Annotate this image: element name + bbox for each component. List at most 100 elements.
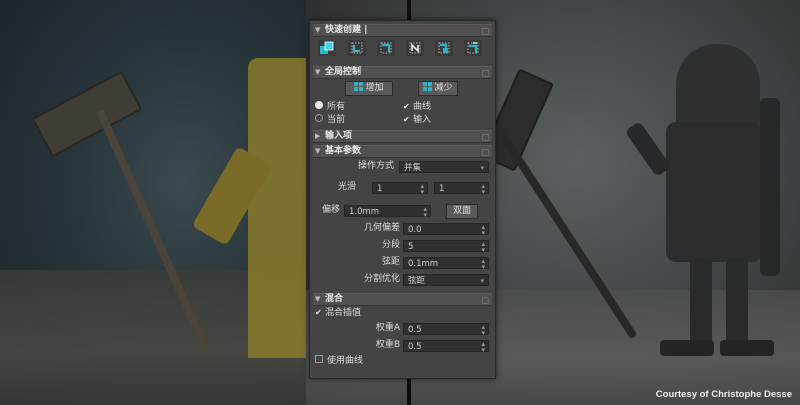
button-label: 增加: [365, 83, 384, 93]
blend-modifier-panel: ▼ 快速创建 | ▼ 全局控制 增加 减少 所有 当前 ✔ 曲线 ✔ 输入 ▶ …: [309, 20, 496, 379]
section-title: 输入项: [325, 131, 353, 141]
section-title: 全局控制: [325, 67, 362, 77]
blend-tool-icon-4[interactable]: [406, 40, 424, 56]
robot-right-leg: [690, 258, 712, 350]
checkbox-label: 输入: [413, 115, 432, 125]
blend-tool-icon-6[interactable]: [464, 40, 482, 56]
field-value: 1: [439, 184, 445, 194]
section-header-input-items[interactable]: ▶ 输入项: [313, 130, 492, 143]
select-value: 并集: [404, 163, 422, 173]
radio-all[interactable]: 所有: [315, 101, 345, 113]
rollout-grip-icon: [482, 28, 489, 35]
photo-credit: Courtesy of Christophe Desse: [655, 389, 792, 400]
rollout-grip-icon: [482, 134, 489, 141]
spinner-arrows-icon: ▴ ▾: [481, 240, 485, 254]
checkbox-label: 混合插值: [325, 308, 362, 318]
smooth-spinner-2[interactable]: 1 ▴ ▾: [434, 182, 489, 196]
spinner-arrows-icon: ▴ ▾: [481, 182, 485, 196]
checkmark-icon: ✔: [403, 115, 410, 124]
split-opt-select[interactable]: 弦距 ▾: [403, 274, 489, 286]
checkmark-icon: ✔: [315, 308, 322, 317]
grid-icon: [423, 82, 433, 91]
robot-left-body: [248, 58, 306, 358]
radio-current[interactable]: 当前: [315, 114, 345, 126]
split-opt-label: 分割优化: [363, 274, 400, 284]
spinner-arrows-icon: ▴ ▾: [481, 340, 485, 354]
grid-icon: [354, 82, 364, 91]
checkbox-use-curve[interactable]: 使用曲线: [315, 355, 363, 367]
section-title: 混合: [325, 294, 344, 304]
chord-spinner[interactable]: 0.1mm ▴ ▾: [403, 257, 489, 271]
weight-a-label: 权重A: [375, 323, 400, 333]
field-value: 0.5: [408, 342, 422, 352]
field-value: 0.1mm: [408, 259, 439, 269]
radio-label: 所有: [327, 102, 346, 112]
spinner-arrows-icon: ▴ ▾: [481, 323, 485, 337]
spinner-arrows-icon: ▴ ▾: [423, 205, 427, 219]
chord-label: 弦距: [381, 257, 400, 267]
weight-b-spinner[interactable]: 0.5 ▴ ▾: [403, 340, 489, 354]
dropdown-arrow-icon: ▾: [480, 277, 484, 285]
checkbox-blend-interp[interactable]: ✔ 混合插值: [315, 307, 361, 319]
radio-dot-icon: [315, 114, 323, 122]
spinner-arrows-icon: ▴ ▾: [420, 182, 424, 196]
spinner-arrows-icon: ▴ ▾: [481, 257, 485, 271]
smooth-spinner-1[interactable]: 1 ▴ ▾: [372, 182, 428, 196]
operation-label: 操作方式: [357, 161, 394, 171]
checkmark-icon: ✔: [403, 102, 410, 111]
offset-spinner[interactable]: 1.0mm ▴ ▾: [344, 205, 431, 219]
blend-tool-icon-1[interactable]: [318, 40, 336, 56]
collapse-triangle-icon: ▼: [315, 295, 321, 303]
weight-b-label: 权重B: [375, 340, 400, 350]
checkbox-input[interactable]: ✔ 输入: [403, 114, 431, 126]
segments-label: 分段: [381, 240, 400, 250]
dropdown-arrow-icon: ▾: [480, 164, 484, 172]
checkbox-empty-icon: [315, 355, 323, 363]
section-header-global-control[interactable]: ▼ 全局控制: [313, 66, 492, 79]
robot-right-foot: [660, 340, 714, 356]
rollout-grip-icon: [482, 297, 489, 304]
robot-right-leg: [726, 258, 748, 350]
rollout-grip-icon: [482, 70, 489, 77]
blend-tool-icon-5[interactable]: [435, 40, 453, 56]
weight-a-spinner[interactable]: 0.5 ▴ ▾: [403, 323, 489, 337]
collapse-triangle-icon: ▼: [315, 68, 321, 76]
section-header-basic-params[interactable]: ▼ 基本参数: [313, 145, 492, 158]
field-value: 1: [377, 184, 383, 194]
robot-right-arm: [760, 98, 780, 276]
checkbox-curve[interactable]: ✔ 曲线: [403, 101, 431, 113]
checkbox-label: 曲线: [413, 102, 432, 112]
field-value: 0.5: [408, 325, 422, 335]
robot-right-foot: [720, 340, 774, 356]
increase-button[interactable]: 增加: [345, 81, 393, 96]
field-value: 1.0mm: [349, 207, 380, 217]
section-header-blend[interactable]: ▼ 混合: [313, 293, 492, 306]
section-title: 基本参数: [325, 146, 362, 156]
decrease-button[interactable]: 减少: [418, 81, 458, 96]
blend-tool-icon-2[interactable]: [348, 40, 366, 56]
button-label: 减少: [434, 83, 453, 93]
field-value: 5: [408, 242, 414, 252]
expand-triangle-icon: ▶: [315, 132, 321, 140]
operation-select[interactable]: 并集 ▾: [399, 161, 489, 173]
field-value: 0.0: [408, 225, 422, 235]
select-value: 弦距: [408, 276, 426, 286]
double-sided-button[interactable]: 双面: [446, 204, 478, 219]
radio-label: 当前: [327, 115, 346, 125]
section-title: 快速创建 |: [325, 25, 368, 35]
segments-spinner[interactable]: 5 ▴ ▾: [403, 240, 489, 254]
checkbox-label: 使用曲线: [327, 356, 364, 366]
smooth-label: 光滑: [337, 182, 356, 192]
geo-offset-label: 几何偏差: [363, 223, 400, 233]
geo-offset-spinner[interactable]: 0.0 ▴ ▾: [403, 223, 489, 237]
radio-dot-icon: [315, 101, 323, 109]
offset-label: 偏移: [321, 205, 340, 215]
rollout-grip-icon: [482, 149, 489, 156]
collapse-triangle-icon: ▼: [315, 147, 321, 155]
button-label: 双面: [452, 206, 471, 216]
spinner-arrows-icon: ▴ ▾: [481, 223, 485, 237]
section-header-quick-create[interactable]: ▼ 快速创建 |: [313, 24, 492, 37]
collapse-triangle-icon: ▼: [315, 26, 321, 34]
robot-right-body: [666, 122, 762, 262]
blend-tool-icon-3[interactable]: [377, 40, 395, 56]
